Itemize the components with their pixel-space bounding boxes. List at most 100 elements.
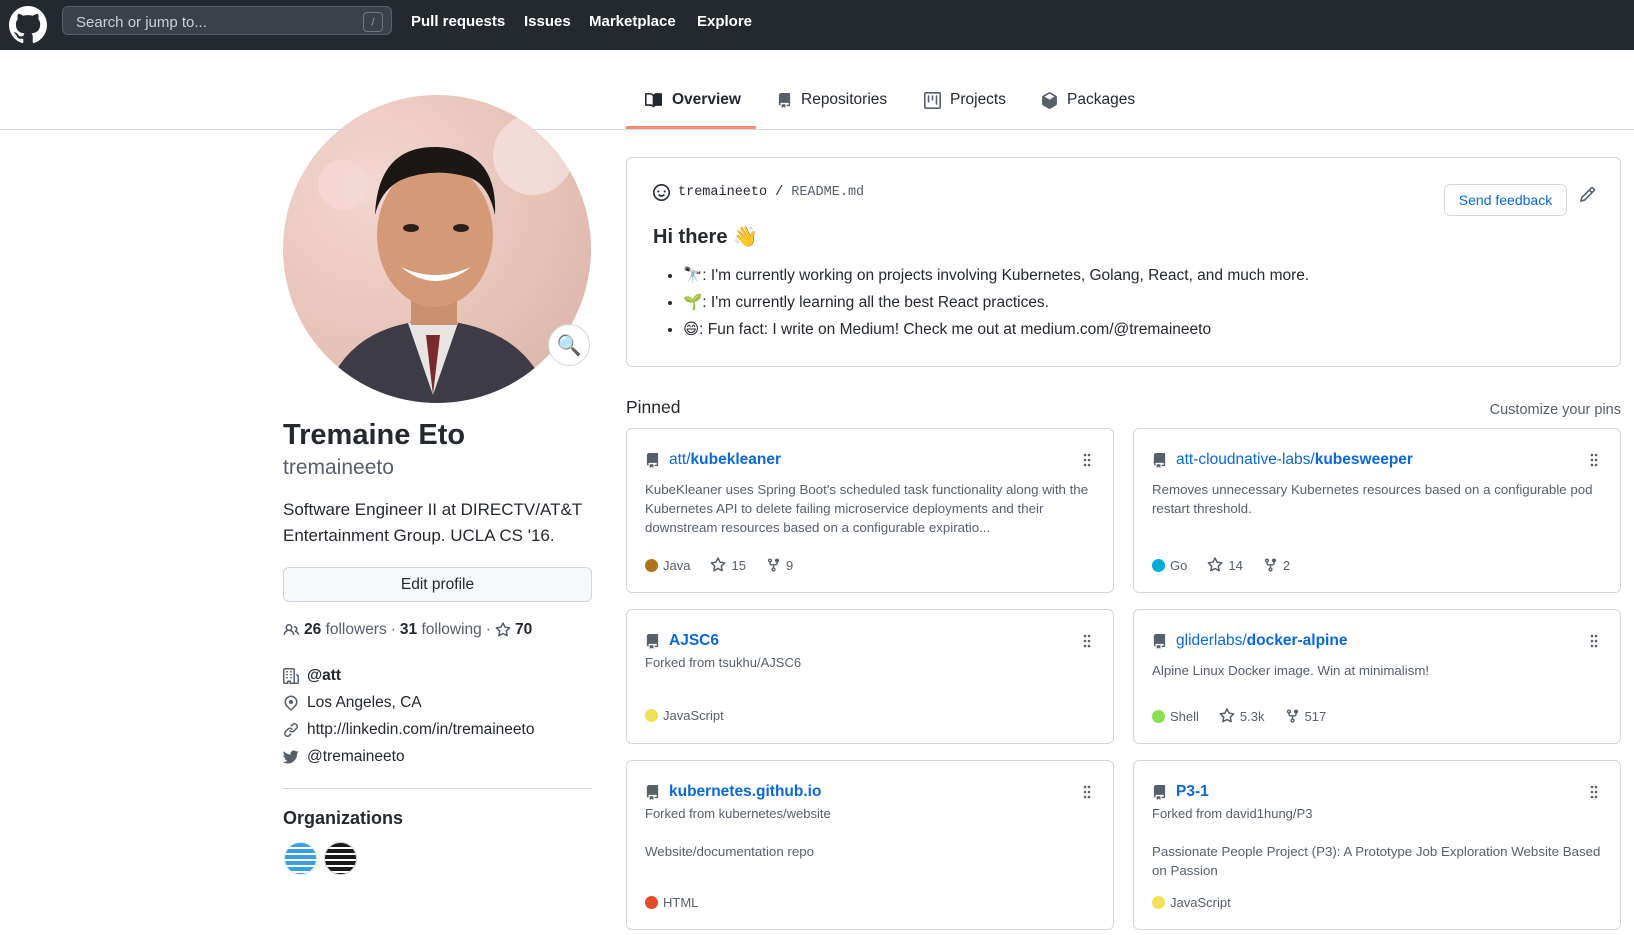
repo-description: Alpine Linux Docker image. Win at minima… xyxy=(1152,663,1430,678)
profile-readme: tremaineeto / README.md Send feedback Hi… xyxy=(626,157,1621,367)
link-icon xyxy=(284,723,298,737)
repo-meta: JavaScript xyxy=(645,708,724,723)
pinned-repo-link[interactable]: att/kubekleaner xyxy=(645,451,781,469)
repo-owner: att/ xyxy=(669,451,691,468)
nav-issues[interactable]: Issues xyxy=(524,13,571,30)
send-feedback-button[interactable]: Send feedback xyxy=(1444,184,1567,216)
customize-pins-link[interactable]: Customize your pins xyxy=(1490,402,1621,418)
repo-owner: att-cloudnative-labs/ xyxy=(1176,451,1315,468)
organizations-heading: Organizations xyxy=(283,808,404,828)
twitter-label: @tremaineeto xyxy=(307,748,405,765)
pinned-repo-link[interactable]: gliderlabs/docker-alpine xyxy=(1152,632,1347,650)
following-count: 31 xyxy=(399,621,418,638)
company-label: @att xyxy=(307,667,342,684)
star-icon xyxy=(1219,708,1235,723)
readme-heading: Hi there 👋 xyxy=(653,226,758,248)
star-icon xyxy=(1207,557,1223,572)
book-icon xyxy=(645,92,663,107)
repo-stars[interactable]: 5.3k xyxy=(1219,708,1265,724)
drag-handle-icon[interactable] xyxy=(1083,785,1091,799)
profile-bio: Software Engineer II at DIRECTV/AT&T Ent… xyxy=(283,500,582,545)
repo-forks[interactable]: 2 xyxy=(1263,557,1290,573)
tab-active-indicator xyxy=(626,126,756,129)
avatar-portrait xyxy=(318,115,573,403)
twitter-icon xyxy=(283,750,299,764)
forks-count: 2 xyxy=(1282,557,1291,573)
tabs-divider xyxy=(0,129,1634,130)
fork-icon xyxy=(1264,558,1276,572)
repo-description: KubeKleaner uses Spring Boot's scheduled… xyxy=(645,482,1089,535)
repo-name: kubernetes.github.io xyxy=(669,783,822,800)
profile-name: Tremaine Eto xyxy=(283,419,466,451)
language-label: JavaScript xyxy=(663,708,724,723)
language-color-dot xyxy=(645,709,658,722)
repo-description: Passionate People Project (P3): A Protot… xyxy=(1152,844,1601,878)
repo-forks[interactable]: 9 xyxy=(766,557,793,573)
readme-file: README.md xyxy=(791,185,865,200)
pinned-repo-card: att-cloudnative-labs/kubesweeper Removes … xyxy=(1133,428,1621,593)
tab-repositories[interactable]: Repositories xyxy=(777,91,887,109)
readme-item: 🌱: I'm currently learning all the best R… xyxy=(683,289,1309,316)
profile-website[interactable]: http://linkedin.com/in/tremaineeto xyxy=(283,721,534,739)
drag-handle-icon[interactable] xyxy=(1590,785,1598,799)
pinned-repo-link[interactable]: P3-1 xyxy=(1152,783,1209,801)
pinned-repo-card: gliderlabs/docker-alpine Alpine Linux Doc… xyxy=(1133,609,1621,744)
repo-meta: Java 15 9 xyxy=(645,557,793,573)
pinned-repo-card: kubernetes.github.io Forked from kubernet… xyxy=(626,760,1114,930)
tab-packages[interactable]: Packages xyxy=(1041,91,1135,109)
language-color-dot xyxy=(1152,709,1165,723)
search-placeholder: Search or jump to... xyxy=(76,14,207,31)
avatar[interactable] xyxy=(283,95,591,403)
repo-name: P3-1 xyxy=(1176,783,1209,800)
location-icon xyxy=(284,695,298,711)
repo-language: Go xyxy=(1152,558,1187,573)
follow-stats: 26 followers · 31 following · 70 xyxy=(283,621,532,639)
drag-handle-icon[interactable] xyxy=(1083,634,1091,648)
tab-projects[interactable]: Projects xyxy=(924,91,1006,109)
repo-description: Removes unnecessary Kubernetes resources… xyxy=(1152,482,1593,516)
nav-pull-requests[interactable]: Pull requests xyxy=(411,13,505,30)
readme-slash: / xyxy=(775,185,784,200)
followers-link[interactable]: 26 followers xyxy=(304,621,387,639)
pencil-icon[interactable] xyxy=(1579,186,1596,203)
drag-handle-icon[interactable] xyxy=(1590,453,1598,467)
drag-handle-icon[interactable] xyxy=(1590,634,1598,648)
edit-profile-button[interactable]: Edit profile xyxy=(283,567,592,602)
repo-owner: gliderlabs/ xyxy=(1176,632,1247,649)
repo-name: AJSC6 xyxy=(669,632,719,649)
pinned-repo-link[interactable]: AJSC6 xyxy=(645,632,719,650)
github-logo-icon[interactable] xyxy=(9,6,47,44)
nav-explore[interactable]: Explore xyxy=(697,13,752,30)
language-label: Shell xyxy=(1170,708,1199,724)
separator: · xyxy=(485,621,491,638)
zoom-avatar-button[interactable]: 🔍 xyxy=(548,324,590,366)
stars-link[interactable]: 70 xyxy=(495,621,532,639)
nav-marketplace[interactable]: Marketplace xyxy=(589,13,676,30)
tab-overview-label: Overview xyxy=(672,91,741,108)
readme-path: tremaineeto / README.md xyxy=(653,184,864,201)
repo-stars[interactable]: 15 xyxy=(710,557,746,573)
language-color-dot xyxy=(645,896,658,909)
repo-language: Shell xyxy=(1152,709,1199,724)
drag-handle-icon[interactable] xyxy=(1083,453,1091,467)
profile-twitter[interactable]: @tremaineeto xyxy=(283,748,405,766)
repo-forks[interactable]: 517 xyxy=(1285,708,1326,724)
package-icon xyxy=(1042,91,1057,109)
tab-overview[interactable]: Overview xyxy=(644,91,741,109)
pinned-repo-link[interactable]: kubernetes.github.io xyxy=(645,783,821,801)
profile-company[interactable]: @att xyxy=(283,667,341,685)
following-link[interactable]: 31 following xyxy=(400,621,482,639)
org-avatar-att-cloudnative[interactable] xyxy=(324,842,357,875)
pinned-repo-link[interactable]: att-cloudnative-labs/kubesweeper xyxy=(1152,451,1413,469)
repo-language: Java xyxy=(645,558,690,573)
pinned-repo-card: AJSC6 Forked from tsukhu/AJSC6 JavaScript xyxy=(626,609,1114,744)
search-input[interactable]: Search or jump to... / xyxy=(62,6,392,35)
pinned-repo-card: att/kubekleaner KubeKleaner uses Spring B… xyxy=(626,428,1114,593)
language-color-dot xyxy=(645,558,658,572)
slash-shortcut-key: / xyxy=(363,12,383,32)
repo-icon xyxy=(1153,784,1166,800)
fork-icon xyxy=(767,558,780,572)
org-avatar-att[interactable] xyxy=(284,842,317,875)
repo-stars[interactable]: 14 xyxy=(1207,557,1243,573)
followers-label: followers xyxy=(325,621,387,638)
